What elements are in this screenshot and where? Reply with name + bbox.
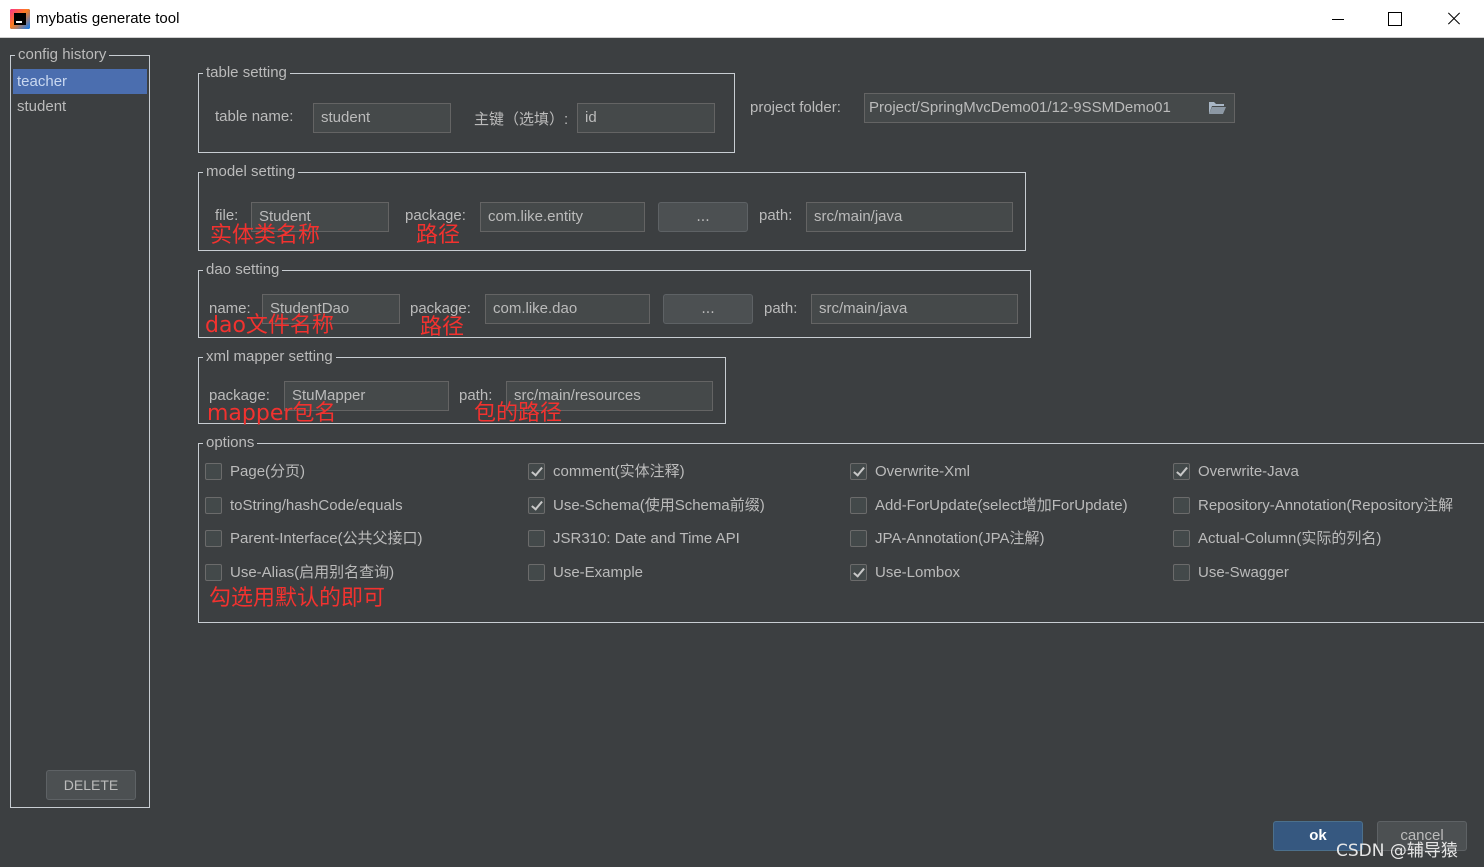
- option-label[interactable]: Use-Alias(启用别名查询): [230, 563, 394, 583]
- dao-package-input[interactable]: com.like.dao: [485, 294, 650, 324]
- option-checkbox[interactable]: [850, 463, 867, 480]
- option-item[interactable]: Page(分页): [205, 462, 505, 482]
- annotation-package-path: 包的路径: [474, 401, 563, 426]
- option-item[interactable]: Overwrite-Java: [1173, 462, 1484, 482]
- option-label[interactable]: Parent-Interface(公共父接口): [230, 529, 423, 549]
- dao-package-browse-button[interactable]: ...: [663, 294, 753, 324]
- option-label[interactable]: Page(分页): [230, 462, 305, 482]
- annotation-mapper-package: mapper包名: [207, 401, 337, 426]
- model-setting-legend: model setting: [203, 162, 299, 182]
- table-setting-legend: table setting: [203, 63, 290, 83]
- option-label[interactable]: JPA-Annotation(JPA注解): [875, 529, 1045, 549]
- option-checkbox[interactable]: [205, 497, 222, 514]
- option-item[interactable]: Use-Swagger: [1173, 563, 1484, 583]
- option-checkbox[interactable]: [1173, 564, 1190, 581]
- model-path-input[interactable]: src/main/java: [806, 202, 1013, 232]
- config-history-legend: config history: [15, 45, 110, 65]
- option-label[interactable]: JSR310: Date and Time API: [553, 529, 740, 549]
- option-checkbox[interactable]: [850, 564, 867, 581]
- option-label[interactable]: Repository-Annotation(Repository注解: [1198, 496, 1453, 516]
- history-item-teacher[interactable]: teacher: [13, 69, 147, 94]
- title-bar: mybatis generate tool: [0, 0, 1484, 38]
- option-checkbox[interactable]: [1173, 463, 1190, 480]
- table-setting-group: table setting table name: student 主键（选填）…: [198, 63, 735, 153]
- option-item[interactable]: Parent-Interface(公共父接口): [205, 529, 505, 549]
- option-checkbox[interactable]: [528, 497, 545, 514]
- intellij-app-icon: [10, 9, 30, 29]
- option-label[interactable]: Overwrite-Xml: [875, 462, 970, 482]
- model-setting-group: model setting file: Student package: com…: [198, 162, 1026, 251]
- option-label[interactable]: Overwrite-Java: [1198, 462, 1299, 482]
- option-item[interactable]: Use-Example: [528, 563, 828, 583]
- history-item-student[interactable]: student: [13, 94, 147, 119]
- annotation-options-default: 勾选用默认的即可: [209, 586, 386, 611]
- window-title: mybatis generate tool: [36, 10, 180, 27]
- xml-mapper-setting-legend: xml mapper setting: [203, 347, 336, 367]
- minimize-icon[interactable]: [1310, 0, 1368, 38]
- option-item[interactable]: Use-Lombox: [850, 563, 1150, 583]
- config-history-panel: config history teacher student DELETE: [10, 45, 150, 808]
- option-item[interactable]: JSR310: Date and Time API: [528, 529, 828, 549]
- option-label[interactable]: Add-ForUpdate(select增加ForUpdate): [875, 496, 1128, 516]
- table-name-label: table name:: [215, 108, 294, 125]
- option-checkbox[interactable]: [528, 564, 545, 581]
- option-label[interactable]: Use-Example: [553, 563, 643, 583]
- option-checkbox[interactable]: [528, 530, 545, 547]
- option-label[interactable]: Use-Lombox: [875, 563, 960, 583]
- option-item[interactable]: Add-ForUpdate(select增加ForUpdate): [850, 496, 1150, 516]
- annotation-entity-name: 实体类名称: [210, 223, 321, 248]
- option-label[interactable]: Use-Swagger: [1198, 563, 1289, 583]
- option-item[interactable]: Repository-Annotation(Repository注解: [1173, 496, 1484, 516]
- option-item[interactable]: comment(实体注释): [528, 462, 828, 482]
- option-label[interactable]: Actual-Column(实际的列名): [1198, 529, 1381, 549]
- option-checkbox[interactable]: [850, 530, 867, 547]
- option-checkbox[interactable]: [528, 463, 545, 480]
- option-checkbox[interactable]: [1173, 497, 1190, 514]
- maximize-icon[interactable]: [1366, 0, 1424, 38]
- model-path-label: path:: [759, 207, 793, 224]
- option-label[interactable]: toString/hashCode/equals: [230, 496, 403, 516]
- close-icon[interactable]: [1424, 0, 1482, 38]
- folder-open-icon[interactable]: [1208, 101, 1226, 115]
- primary-key-input[interactable]: id: [577, 103, 715, 133]
- model-package-input[interactable]: com.like.entity: [480, 202, 645, 232]
- dao-setting-legend: dao setting: [203, 260, 283, 280]
- model-package-label: package:: [405, 207, 466, 224]
- config-history-list[interactable]: teacher student: [13, 69, 147, 767]
- project-folder-value: Project/SpringMvcDemo01/12-9SSMDemo01: [869, 99, 1171, 116]
- delete-button[interactable]: DELETE: [46, 770, 136, 800]
- project-folder-input[interactable]: Project/SpringMvcDemo01/12-9SSMDemo01: [864, 93, 1235, 123]
- option-label[interactable]: comment(实体注释): [553, 462, 685, 482]
- option-item[interactable]: Actual-Column(实际的列名): [1173, 529, 1484, 549]
- option-checkbox[interactable]: [205, 463, 222, 480]
- annotation-dao-path: 路径: [420, 315, 465, 340]
- option-item[interactable]: toString/hashCode/equals: [205, 496, 505, 516]
- option-item[interactable]: Overwrite-Xml: [850, 462, 1150, 482]
- option-checkbox[interactable]: [205, 530, 222, 547]
- options-legend: options: [203, 433, 258, 453]
- option-label[interactable]: Use-Schema(使用Schema前缀): [553, 496, 765, 516]
- annotation-dao-name: dao文件名称: [205, 313, 334, 338]
- csdn-watermark: CSDN @辅导猿: [1336, 841, 1458, 861]
- annotation-model-path: 路径: [416, 223, 461, 248]
- option-checkbox[interactable]: [205, 564, 222, 581]
- project-folder-label: project folder:: [750, 99, 841, 116]
- model-package-browse-button[interactable]: ...: [658, 202, 748, 232]
- option-checkbox[interactable]: [1173, 530, 1190, 547]
- table-name-input[interactable]: student: [313, 103, 451, 133]
- option-checkbox[interactable]: [850, 497, 867, 514]
- primary-key-label: 主键（选填）:: [474, 111, 569, 128]
- option-item[interactable]: Use-Schema(使用Schema前缀): [528, 496, 828, 516]
- dao-path-label: path:: [764, 300, 798, 317]
- model-file-label: file:: [215, 207, 239, 224]
- option-item[interactable]: Use-Alias(启用别名查询): [205, 563, 505, 583]
- option-item[interactable]: JPA-Annotation(JPA注解): [850, 529, 1150, 549]
- dao-path-input[interactable]: src/main/java: [811, 294, 1018, 324]
